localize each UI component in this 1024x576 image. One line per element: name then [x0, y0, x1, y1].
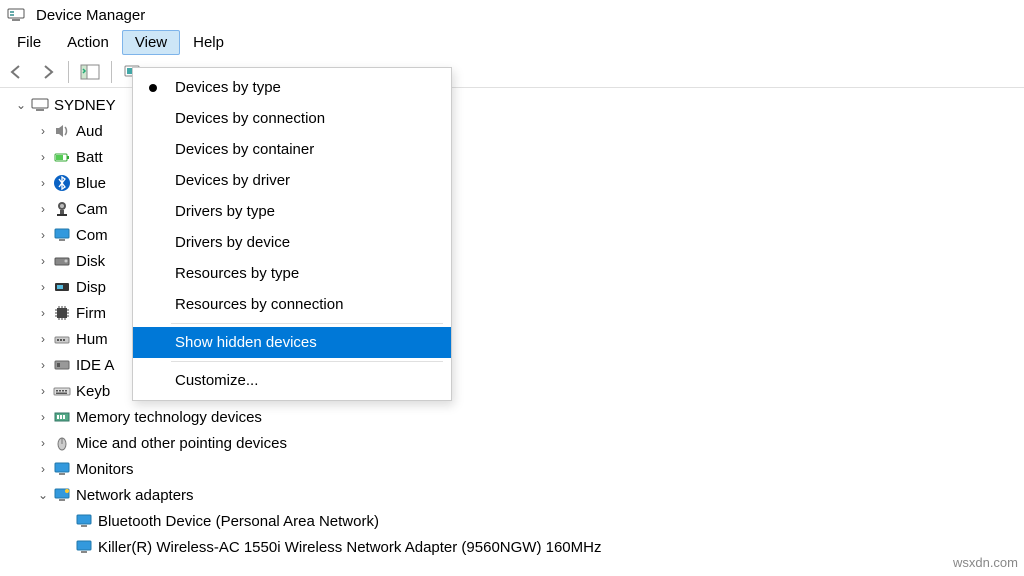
menuitem-label: Drivers by type [175, 203, 275, 220]
menuitem-resources-by-connection[interactable]: Resources by connection [133, 289, 451, 320]
mouse-icon [52, 433, 72, 453]
chip-icon [52, 303, 72, 323]
expander-icon[interactable]: › [36, 410, 50, 424]
menu-help[interactable]: Help [180, 30, 237, 55]
view-dropdown: Devices by type Devices by connection De… [132, 67, 452, 401]
monitor-icon [52, 225, 72, 245]
menuitem-label: Devices by driver [175, 172, 290, 189]
menuitem-label: Devices by connection [175, 110, 325, 127]
expander-icon[interactable]: › [36, 228, 50, 242]
tree-item-mice[interactable]: › Mice and other pointing devices [36, 430, 1024, 456]
window-title: Device Manager [36, 7, 145, 24]
menuitem-label: Drivers by device [175, 234, 290, 251]
tree-item-label: Keyb [76, 383, 110, 400]
menuitem-show-hidden-devices[interactable]: Show hidden devices [133, 327, 451, 358]
tree-item-label: Firm [76, 305, 106, 322]
tree-item-network-child[interactable]: › Bluetooth Device (Personal Area Networ… [58, 508, 1024, 534]
tree-item-memory[interactable]: › Memory technology devices [36, 404, 1024, 430]
tree-item-label: Network adapters [76, 487, 194, 504]
menuitem-devices-by-container[interactable]: Devices by container [133, 134, 451, 165]
tree-item-label: Monitors [76, 461, 134, 478]
tree-item-label: Killer(R) Wireless-AC 1550i Wireless Net… [98, 539, 601, 556]
menu-file[interactable]: File [4, 30, 54, 55]
tree-item-network-child[interactable]: › Killer(R) Wireless-AC 1550i Wireless N… [58, 534, 1024, 560]
network-adapter-icon [74, 511, 94, 531]
title-bar: Device Manager [0, 0, 1024, 28]
expander-icon[interactable]: › [36, 358, 50, 372]
menuitem-drivers-by-type[interactable]: Drivers by type [133, 196, 451, 227]
expander-icon[interactable]: › [36, 436, 50, 450]
toolbar-divider-2 [111, 61, 112, 83]
tree-item-monitors[interactable]: › Monitors [36, 456, 1024, 482]
bullet-icon [149, 84, 157, 92]
menuitem-devices-by-connection[interactable]: Devices by connection [133, 103, 451, 134]
menu-separator [171, 361, 443, 362]
expander-icon[interactable]: › [36, 176, 50, 190]
watermark: wsxdn.com [953, 555, 1018, 570]
menuitem-drivers-by-device[interactable]: Drivers by device [133, 227, 451, 258]
menuitem-devices-by-driver[interactable]: Devices by driver [133, 165, 451, 196]
computer-icon [30, 95, 50, 115]
tree-root-label: SYDNEY [54, 97, 116, 114]
disk-icon [52, 251, 72, 271]
expander-icon[interactable]: › [36, 280, 50, 294]
expander-icon[interactable]: ⌄ [14, 98, 28, 112]
keyboard-icon [52, 381, 72, 401]
forward-button[interactable] [34, 59, 60, 85]
tree-item-label: Blue [76, 175, 106, 192]
back-button[interactable] [4, 59, 30, 85]
menuitem-devices-by-type[interactable]: Devices by type [133, 72, 451, 103]
tree-item-label: Aud [76, 123, 103, 140]
network-adapter-icon [52, 485, 72, 505]
menuitem-label: Devices by type [175, 79, 281, 96]
menuitem-label: Customize... [175, 372, 258, 389]
menuitem-label: Resources by connection [175, 296, 343, 313]
menu-bar: File Action View Help [0, 28, 1024, 56]
expander-icon[interactable]: › [36, 150, 50, 164]
expander-icon[interactable]: › [36, 332, 50, 346]
expander-icon[interactable]: ⌄ [36, 488, 50, 502]
app-icon [6, 5, 26, 25]
menuitem-label: Resources by type [175, 265, 299, 282]
menuitem-label: Devices by container [175, 141, 314, 158]
expander-icon[interactable]: › [36, 306, 50, 320]
tree-item-label: Memory technology devices [76, 409, 262, 426]
tree-item-label: Cam [76, 201, 108, 218]
expander-icon[interactable]: › [36, 254, 50, 268]
tree-item-label: IDE A [76, 357, 114, 374]
tree-item-network[interactable]: ⌄ Network adapters [36, 482, 1024, 508]
expander-icon[interactable]: › [36, 384, 50, 398]
display-adapter-icon [52, 277, 72, 297]
controller-icon [52, 355, 72, 375]
battery-icon [52, 147, 72, 167]
speaker-icon [52, 121, 72, 141]
menuitem-resources-by-type[interactable]: Resources by type [133, 258, 451, 289]
tree-item-label: Mice and other pointing devices [76, 435, 287, 452]
hid-icon [52, 329, 72, 349]
tree-item-label: Bluetooth Device (Personal Area Network) [98, 513, 379, 530]
menu-view[interactable]: View [122, 30, 180, 55]
expander-icon[interactable]: › [36, 124, 50, 138]
menuitem-label: Show hidden devices [175, 334, 317, 351]
camera-icon [52, 199, 72, 219]
network-adapter-icon [74, 537, 94, 557]
menu-separator [171, 323, 443, 324]
menu-action[interactable]: Action [54, 30, 122, 55]
tree-item-label: Hum [76, 331, 108, 348]
tree-item-label: Com [76, 227, 108, 244]
bluetooth-icon [52, 173, 72, 193]
expander-icon[interactable]: › [36, 202, 50, 216]
tree-item-label: Disp [76, 279, 106, 296]
monitor-icon [52, 459, 72, 479]
tree-item-label: Disk [76, 253, 105, 270]
toolbar-divider [68, 61, 69, 83]
show-hide-tree-button[interactable] [77, 59, 103, 85]
expander-icon[interactable]: › [36, 462, 50, 476]
memory-icon [52, 407, 72, 427]
tree-item-label: Batt [76, 149, 103, 166]
menuitem-customize[interactable]: Customize... [133, 365, 451, 396]
